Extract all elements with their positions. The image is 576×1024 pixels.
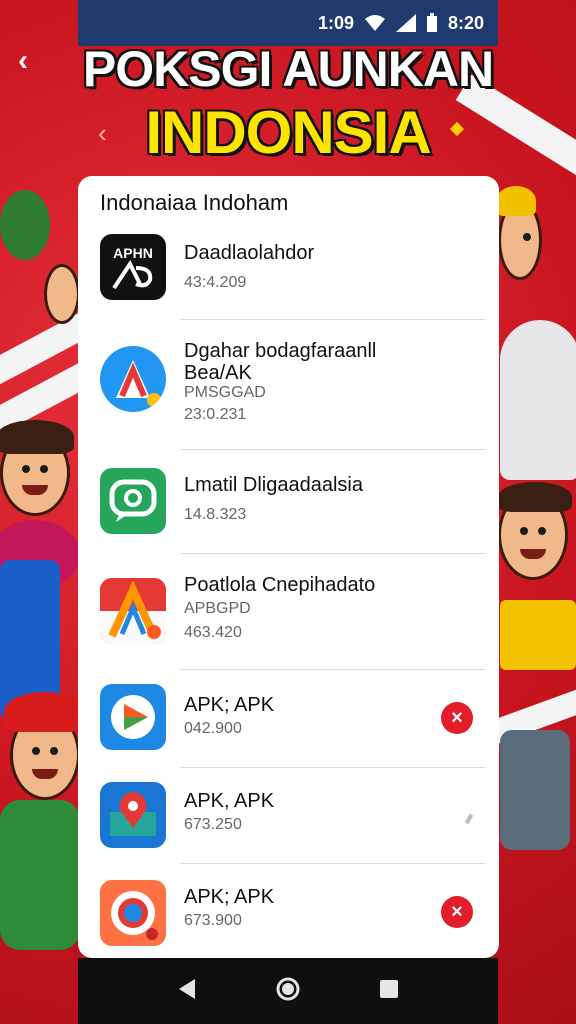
list-item[interactable]: APK; APK 042.900 × bbox=[78, 670, 499, 768]
camera-app-icon bbox=[100, 880, 166, 946]
app-name: APK; APK bbox=[184, 694, 275, 716]
app-list-card: Indonaiaa Indoham APHN Daadlaolahdor 43:… bbox=[78, 176, 499, 958]
indonesia-a-app-icon bbox=[100, 578, 166, 644]
signal-icon bbox=[395, 14, 416, 32]
status-time-right: 8:20 bbox=[447, 12, 484, 33]
remove-button[interactable]: × bbox=[441, 702, 473, 734]
app-name: APK; APK bbox=[184, 886, 275, 908]
play-app-icon bbox=[100, 684, 166, 750]
tick-icon bbox=[464, 813, 474, 825]
list-item[interactable]: Poatlola Cnepihadato APBGPD 463.420 bbox=[78, 554, 499, 670]
back-arrow-icon[interactable]: ‹ bbox=[18, 46, 48, 76]
app-meta: 673.900 bbox=[184, 912, 242, 929]
list-item[interactable]: APHN Daadlaolahdor 43:4.209 bbox=[78, 226, 499, 320]
status-time-left: 1:09 bbox=[317, 12, 354, 33]
page-title-line2: INDONSIA bbox=[145, 99, 431, 166]
app-meta: 673.250 bbox=[184, 816, 242, 833]
list-item[interactable]: APK; APK 673.900 × bbox=[78, 864, 499, 958]
app-meta: 43:4.209 bbox=[184, 274, 247, 291]
app-name: Lmatil Dligaadaalsia bbox=[184, 474, 363, 496]
list-item[interactable]: APK, APK 673.250 bbox=[78, 768, 499, 864]
list-item[interactable]: Dgahar bodagfaraanll Bea/AK PMSGGAD 23:0… bbox=[78, 320, 499, 450]
map-app-icon bbox=[100, 782, 166, 848]
app-name: Dgahar bodagfaraanll Bea/AK bbox=[184, 340, 377, 384]
card-title: Indonaiaa Indoham bbox=[100, 190, 289, 215]
app-meta-2: 463.420 bbox=[184, 624, 242, 641]
chat-app-icon bbox=[100, 468, 166, 534]
nav-back-icon[interactable] bbox=[177, 978, 197, 1005]
app-meta: PMSGGAD bbox=[184, 384, 266, 401]
app-meta: 042.900 bbox=[184, 720, 242, 737]
app-meta-2: 23:0.231 bbox=[184, 406, 247, 423]
app-meta: APBGPD bbox=[184, 600, 251, 617]
list-item[interactable]: Lmatil Dligaadaalsia 14.8.323 bbox=[78, 450, 499, 554]
svg-text:APHN: APHN bbox=[113, 245, 153, 261]
app-name: Daadlaolahdor bbox=[184, 242, 315, 264]
navigation-bar bbox=[78, 958, 498, 1024]
nav-recents-icon[interactable] bbox=[379, 979, 399, 1004]
wifi-icon bbox=[364, 14, 386, 32]
a-logo-app-icon bbox=[100, 346, 166, 412]
aphn-app-icon: APHN bbox=[100, 234, 166, 300]
nav-home-icon[interactable] bbox=[275, 976, 301, 1007]
page-title-line1: POKSGI AUNKAN bbox=[82, 41, 494, 97]
battery-icon bbox=[426, 13, 438, 33]
app-name: APK, APK bbox=[184, 790, 275, 812]
app-name: Poatlola Cnepihadato bbox=[184, 574, 376, 596]
app-meta: 14.8.323 bbox=[184, 506, 247, 523]
remove-button[interactable]: × bbox=[441, 896, 473, 928]
